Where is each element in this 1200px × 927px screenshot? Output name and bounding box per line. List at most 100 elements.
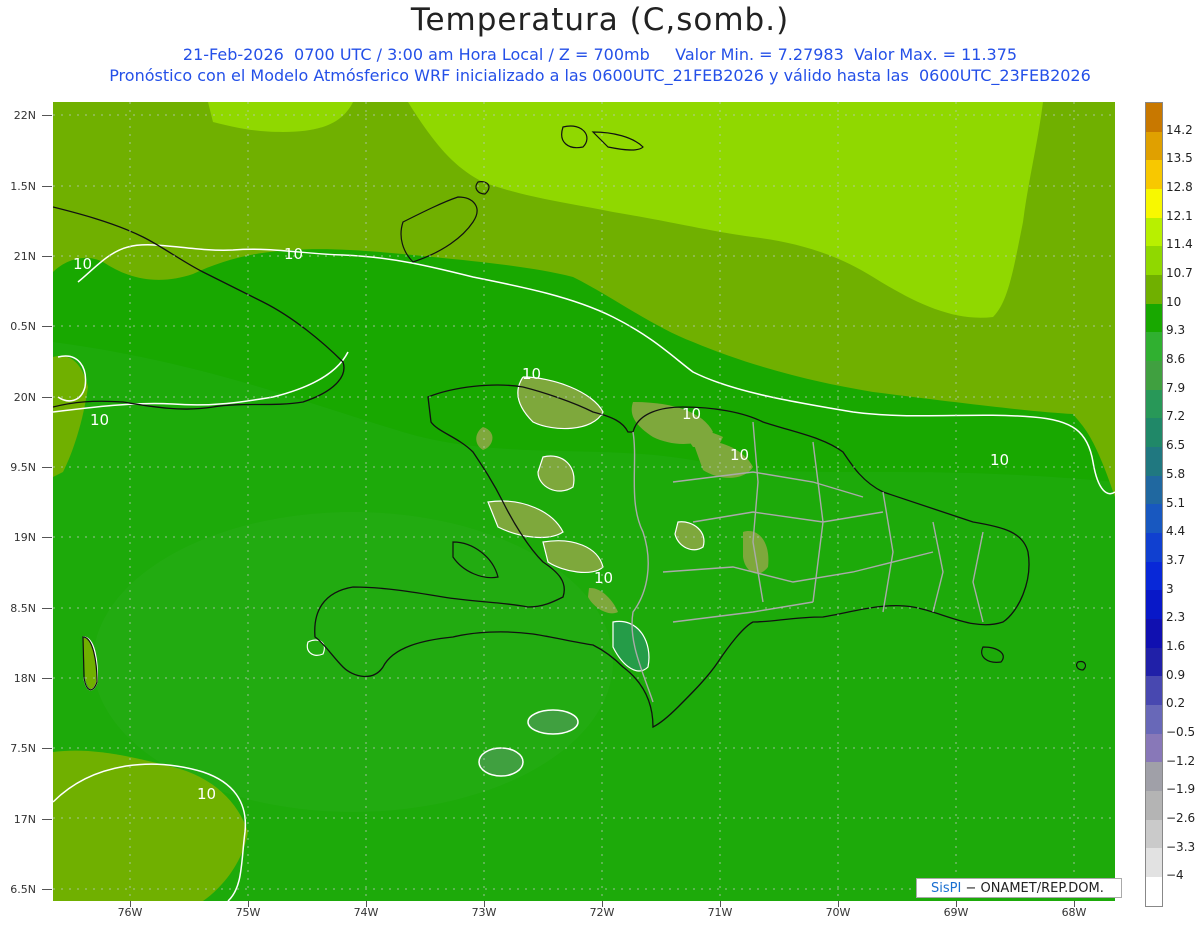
- lat-label: 0.5N: [10, 320, 36, 333]
- lat-tick: [42, 748, 52, 749]
- colorbar-label: −1.2: [1166, 753, 1196, 768]
- lat-tick: [42, 608, 52, 609]
- contour-label: 10: [594, 569, 614, 587]
- lat-label: 7.5N: [10, 742, 36, 755]
- credit-box: SisPI − ONAMET/REP.DOM.: [916, 878, 1122, 898]
- colorbar-segment: [1146, 389, 1162, 419]
- colorbar: [1145, 102, 1163, 907]
- colorbar-label: 14.2: [1166, 122, 1193, 137]
- credit-text: − ONAMET/REP.DOM.: [961, 881, 1104, 896]
- colorbar-label: 7.9: [1166, 380, 1186, 395]
- colorbar-segment: [1146, 848, 1162, 878]
- sispi-logo: SisPI: [931, 881, 962, 896]
- lat-tick: [42, 326, 52, 327]
- colorbar-label: 6.5: [1166, 438, 1186, 453]
- colorbar-segment: [1146, 504, 1162, 534]
- colorbar-label: 4.4: [1166, 524, 1186, 539]
- lon-label: 76W: [117, 906, 143, 919]
- contour-label: 10: [990, 451, 1010, 469]
- colorbar-label: 13.5: [1166, 151, 1193, 166]
- colorbar-label: 5.1: [1166, 495, 1186, 510]
- colorbar-segment: [1146, 131, 1162, 161]
- lon-label: 72W: [589, 906, 615, 919]
- colorbar-label: 9.3: [1166, 323, 1186, 338]
- colorbar-segment: [1146, 189, 1162, 218]
- lon-label: 68W: [1061, 906, 1087, 919]
- lat-label: 19N: [13, 531, 36, 544]
- contour-label: 10: [284, 245, 304, 263]
- colorbar-segment: [1146, 819, 1162, 849]
- colorbar-label: 2.3: [1166, 610, 1186, 625]
- colorbar-segment: [1146, 217, 1162, 247]
- lat-tick: [42, 889, 52, 890]
- colorbar-segment: [1146, 877, 1162, 906]
- lat-tick: [42, 467, 52, 468]
- contour-label: 10: [730, 446, 750, 464]
- lon-label: 71W: [707, 906, 733, 919]
- lat-label: 21N: [13, 250, 36, 263]
- colorbar-label: 7.2: [1166, 409, 1186, 424]
- map-title: Temperatura (C,somb.): [410, 2, 790, 38]
- contour-label: 10: [73, 255, 93, 273]
- colorbar-segment: [1146, 762, 1162, 792]
- colorbar-label: −3.3: [1166, 839, 1196, 854]
- colorbar-label: 12.1: [1166, 208, 1193, 223]
- colorbar-label: −4: [1166, 868, 1184, 883]
- colorbar-segment: [1146, 619, 1162, 648]
- colorbar-label: 5.8: [1166, 466, 1186, 481]
- colorbar-label: 12.8: [1166, 180, 1193, 195]
- forecast-time-line: 21-Feb-2026 0700 UTC / 3:00 am Hora Loca…: [182, 45, 1018, 64]
- colorbar-segment: [1146, 361, 1162, 390]
- lat-tick: [42, 819, 52, 820]
- colorbar-label: 8.6: [1166, 352, 1186, 367]
- lat-tick: [42, 186, 52, 187]
- lat-label: 18N: [13, 672, 36, 685]
- colorbar-label: −0.5: [1166, 724, 1196, 739]
- temperature-map: [53, 102, 1115, 901]
- lon-label: 70W: [825, 906, 851, 919]
- contour-label: 10: [522, 365, 542, 383]
- contour-label: 10: [682, 405, 702, 423]
- colorbar-label: 3.7: [1166, 552, 1186, 567]
- lat-label: 8.5N: [10, 602, 36, 615]
- colorbar-label: 0.2: [1166, 696, 1186, 711]
- colorbar-segment: [1146, 418, 1162, 448]
- contour-label: 10: [90, 411, 110, 429]
- colorbar-label: 10: [1166, 294, 1182, 309]
- colorbar-label: −1.9: [1166, 782, 1196, 797]
- colorbar-segment: [1146, 791, 1162, 820]
- lat-label: 1.5N: [10, 180, 36, 193]
- colorbar-segment: [1146, 733, 1162, 763]
- colorbar-segment: [1146, 103, 1162, 132]
- colorbar-segment: [1146, 647, 1162, 677]
- colorbar-label: −2.6: [1166, 810, 1196, 825]
- colorbar-segment: [1146, 590, 1162, 620]
- lat-label: 20N: [13, 391, 36, 404]
- colorbar-segment: [1146, 676, 1162, 706]
- lat-label: 22N: [13, 109, 36, 122]
- colorbar-segment: [1146, 447, 1162, 476]
- lat-label: 6.5N: [10, 883, 36, 896]
- lat-tick: [42, 678, 52, 679]
- colorbar-segment: [1146, 275, 1162, 304]
- colorbar-label: 11.4: [1166, 237, 1193, 252]
- lat-tick: [42, 256, 52, 257]
- lat-tick: [42, 115, 52, 116]
- lon-label: 75W: [235, 906, 261, 919]
- colorbar-label: 1.6: [1166, 638, 1186, 653]
- colorbar-label: 10.7: [1166, 266, 1193, 281]
- lat-tick: [42, 537, 52, 538]
- lon-label: 69W: [943, 906, 969, 919]
- colorbar-segment: [1146, 475, 1162, 505]
- lat-label: 9.5N: [10, 461, 36, 474]
- contour-label: 10: [197, 785, 217, 803]
- colorbar-segment: [1146, 160, 1162, 190]
- colorbar-segment: [1146, 332, 1162, 362]
- lat-tick: [42, 397, 52, 398]
- colorbar-label: 3: [1166, 581, 1174, 596]
- colorbar-segment: [1146, 705, 1162, 734]
- lat-label: 17N: [13, 813, 36, 826]
- lon-label: 74W: [353, 906, 379, 919]
- lon-label: 73W: [471, 906, 497, 919]
- colorbar-segment: [1146, 303, 1162, 333]
